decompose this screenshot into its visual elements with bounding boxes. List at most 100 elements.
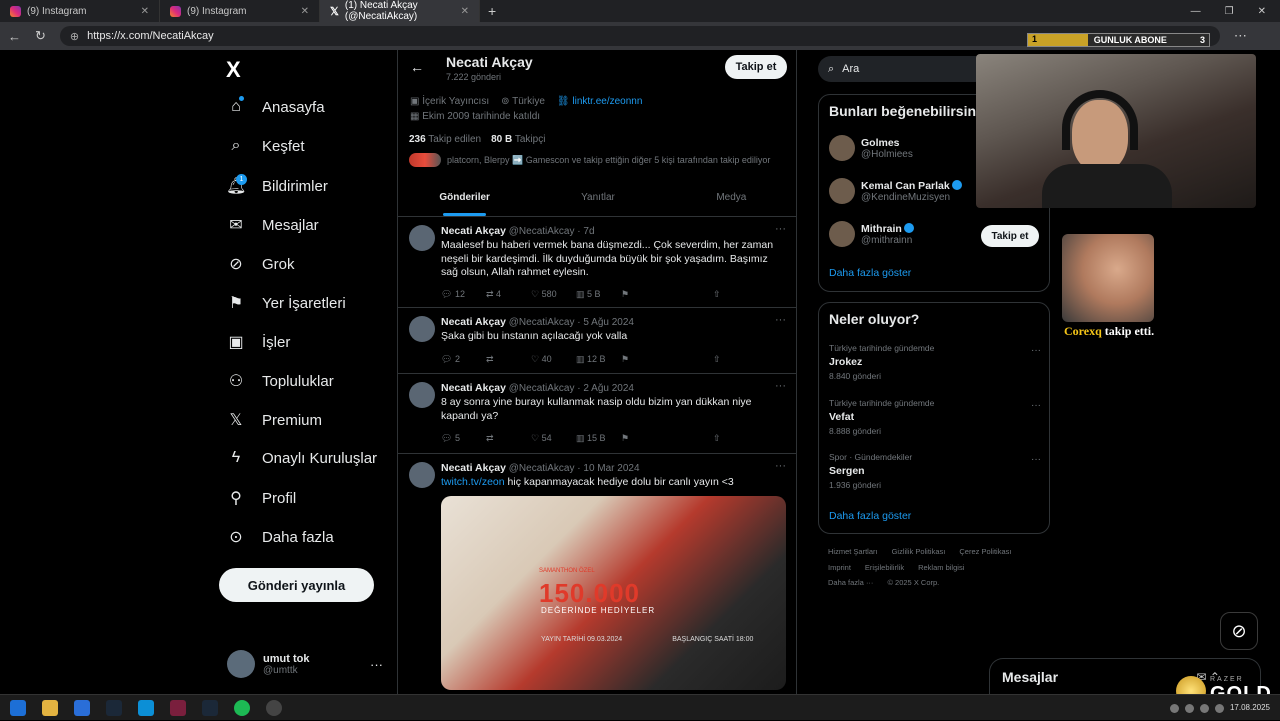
views-button[interactable]: ▥ 12 B xyxy=(576,354,621,365)
tweet-more-icon[interactable]: ··· xyxy=(775,223,786,235)
sidebar-item-premium[interactable]: 𝕏 Premium xyxy=(226,410,322,430)
tray-icon[interactable] xyxy=(1199,703,1209,713)
share-icon[interactable]: ⇧ xyxy=(713,433,791,444)
file-explorer-icon[interactable] xyxy=(42,699,58,716)
following-link[interactable]: 236 Takip edilen xyxy=(409,134,481,145)
like-button[interactable]: ♡ 580 xyxy=(531,289,576,300)
retweet-button[interactable]: ⇄ 4 xyxy=(486,289,531,300)
new-tab-icon[interactable]: + xyxy=(488,3,496,19)
calendar-icon: ▦ xyxy=(410,111,423,122)
sidebar-item-explore[interactable]: ⌕ Keşfet xyxy=(226,137,305,155)
bookmark-icon[interactable]: ⚑ xyxy=(621,289,699,300)
trend-more-icon[interactable]: ··· xyxy=(1031,400,1041,411)
trend-more-icon[interactable]: ··· xyxy=(1031,345,1041,356)
windows-start-icon[interactable] xyxy=(10,699,26,716)
reply-button[interactable]: 💬︎ 5 xyxy=(441,433,486,444)
close-tab-icon[interactable]: ✕ xyxy=(141,6,149,17)
clock[interactable]: 17.08.2025 xyxy=(1230,703,1270,713)
sidebar-item-profile[interactable]: ⚲ Profil xyxy=(226,488,296,508)
location-icon: ⊚ xyxy=(501,96,513,107)
x-logo[interactable]: X xyxy=(226,57,241,83)
sidebar-item-verified-orgs[interactable]: ϟ Onaylı Kuruluşlar xyxy=(226,449,377,467)
maximize-icon[interactable]: ❐ xyxy=(1225,6,1234,17)
like-button[interactable]: ♡ 40 xyxy=(531,354,576,365)
sidebar-item-communities[interactable]: ⚇ Topluluklar xyxy=(226,371,334,391)
trend-item[interactable]: Türkiye tarihinde gündemde Jrokez 8.840 gö… xyxy=(829,343,1041,381)
tab-replies[interactable]: Yanıtlar xyxy=(531,184,664,216)
edge-icon[interactable] xyxy=(138,699,154,716)
menu-icon[interactable]: ⋯ xyxy=(1234,28,1247,44)
share-icon[interactable]: ⇧ xyxy=(713,354,791,365)
trend-more-icon[interactable]: ··· xyxy=(1031,454,1041,465)
steam-icon[interactable] xyxy=(202,699,218,716)
tray-icon[interactable] xyxy=(1214,703,1224,713)
tweet-link[interactable]: twitch.tv/zeon xyxy=(441,476,505,488)
retweet-button[interactable]: ⇄ xyxy=(486,433,531,444)
account-more-icon[interactable]: ··· xyxy=(370,657,383,672)
tray-icon[interactable] xyxy=(1169,703,1179,713)
close-tab-icon[interactable]: ✕ xyxy=(301,6,309,17)
account-switcher[interactable]: umut tok @umttk xyxy=(227,650,309,678)
obs-icon[interactable] xyxy=(266,699,282,716)
join-date: ▦ Ekim 2009 tarihinde katıldı xyxy=(410,111,541,122)
suggestion-item[interactable]: Mithrain @mithrainn xyxy=(829,221,914,247)
back-icon[interactable]: ← xyxy=(8,29,21,44)
trend-item[interactable]: Spor · Gündemdekiler Sergen 1.936 gönderi ·… xyxy=(829,452,1041,490)
trend-item[interactable]: Türkiye tarihinde gündemde Vefat 8.888 gön… xyxy=(829,398,1041,436)
views-button[interactable]: ▥ 5 B xyxy=(576,289,621,300)
bookmark-icon[interactable]: ⚑ xyxy=(621,433,699,444)
profile-link[interactable]: ⛓ linktr.ee/zeonnn xyxy=(557,96,643,107)
link-icon: ⛓ xyxy=(556,96,573,107)
browser-tab[interactable]: (9) Instagram ✕ xyxy=(160,0,320,22)
tray-icon[interactable] xyxy=(1184,703,1194,713)
reload-icon[interactable]: ↻ xyxy=(35,28,46,44)
tweet[interactable]: Necati Akçay @NecatiAkcay · 7d ··· Maale… xyxy=(398,217,796,308)
tweet[interactable]: Necati Akçay @NecatiAkcay · 2 Ağu 2024 ·… xyxy=(398,374,796,454)
close-tab-icon[interactable]: ✕ xyxy=(461,6,469,17)
suggestion-item[interactable]: Golmes @Holmiees xyxy=(829,135,913,161)
sidebar-item-messages[interactable]: ✉ Mesajlar xyxy=(226,215,318,235)
views-button[interactable]: ▥ 15 B xyxy=(576,433,621,444)
tab-posts[interactable]: Gönderiler xyxy=(398,184,531,216)
tweet-more-icon[interactable]: ··· xyxy=(775,314,786,326)
store-icon[interactable] xyxy=(74,699,90,716)
tab-media[interactable]: Medya xyxy=(665,184,796,216)
tweet[interactable]: Necati Akçay @NecatiAkcay · 5 Ağu 2024 ·… xyxy=(398,308,796,374)
browser-tab-active[interactable]: 𝕏 (1) Necati Akçay (@NecatiAkcay) ✕ xyxy=(320,0,480,22)
reply-button[interactable]: 💬︎ 2 xyxy=(441,354,486,365)
sidebar-item-bookmarks[interactable]: ⚑ Yer İşaretleri xyxy=(226,293,346,313)
share-icon[interactable]: ⇧ xyxy=(713,289,791,300)
follow-alert: Corexq takip etti. xyxy=(1064,324,1155,338)
spotify-icon[interactable] xyxy=(234,699,250,716)
site-info-icon[interactable]: ⊕ xyxy=(70,30,79,43)
back-arrow-icon[interactable]: ← xyxy=(410,59,424,75)
mutual-followers[interactable]: platcorn, Blerpy ➡️ Gamescon ve takip et… xyxy=(409,153,770,167)
search-input[interactable]: ⌕ Ara xyxy=(818,56,988,82)
minimize-icon[interactable]: — xyxy=(1191,6,1201,17)
follow-button[interactable]: Takip et xyxy=(725,55,787,79)
reply-button[interactable]: 💬︎ 12 xyxy=(441,289,486,300)
follow-suggestion-button[interactable]: Takip et xyxy=(981,225,1039,247)
sidebar-item-grok[interactable]: ⊘ Grok xyxy=(226,254,294,274)
post-button[interactable]: Gönderi yayınla xyxy=(219,568,374,602)
suggestion-item[interactable]: Kemal Can Parlak @KendineMuzisyen xyxy=(829,178,962,204)
sidebar-item-home[interactable]: ⌂ Anasayfa xyxy=(226,98,324,116)
retweet-button[interactable]: ⇄ xyxy=(486,354,531,365)
grok-floating-button[interactable]: ⊘ xyxy=(1220,612,1258,650)
sidebar-item-more[interactable]: ⊙ Daha fazla xyxy=(226,527,333,547)
browser-tab[interactable]: (9) Instagram ✕ xyxy=(0,0,160,22)
tweet-media-image[interactable]: SAMANTHON ÖZEL 150.000 DEĞERİNDE HEDİYEL… xyxy=(441,496,786,690)
show-more-link[interactable]: Daha fazla göster xyxy=(829,510,911,522)
bookmark-icon[interactable]: ⚑ xyxy=(621,354,699,365)
app-icon[interactable] xyxy=(170,699,186,716)
close-window-icon[interactable]: ✕ xyxy=(1258,6,1266,17)
followers-link[interactable]: 80 B Takipçi xyxy=(491,134,545,145)
like-button[interactable]: ♡ 54 xyxy=(531,433,576,444)
sidebar-item-jobs[interactable]: ▣ İşler xyxy=(226,332,290,352)
profile-header: ← Necati Akçay 7.222 gönderi Takip et xyxy=(398,50,796,90)
tweet-more-icon[interactable]: ··· xyxy=(775,460,786,472)
steam-icon[interactable] xyxy=(106,699,122,716)
tweet-more-icon[interactable]: ··· xyxy=(775,380,786,392)
show-more-link[interactable]: Daha fazla göster xyxy=(829,267,911,279)
tweet[interactable]: Necati Akçay @NecatiAkcay · 10 Mar 2024 … xyxy=(398,454,796,694)
